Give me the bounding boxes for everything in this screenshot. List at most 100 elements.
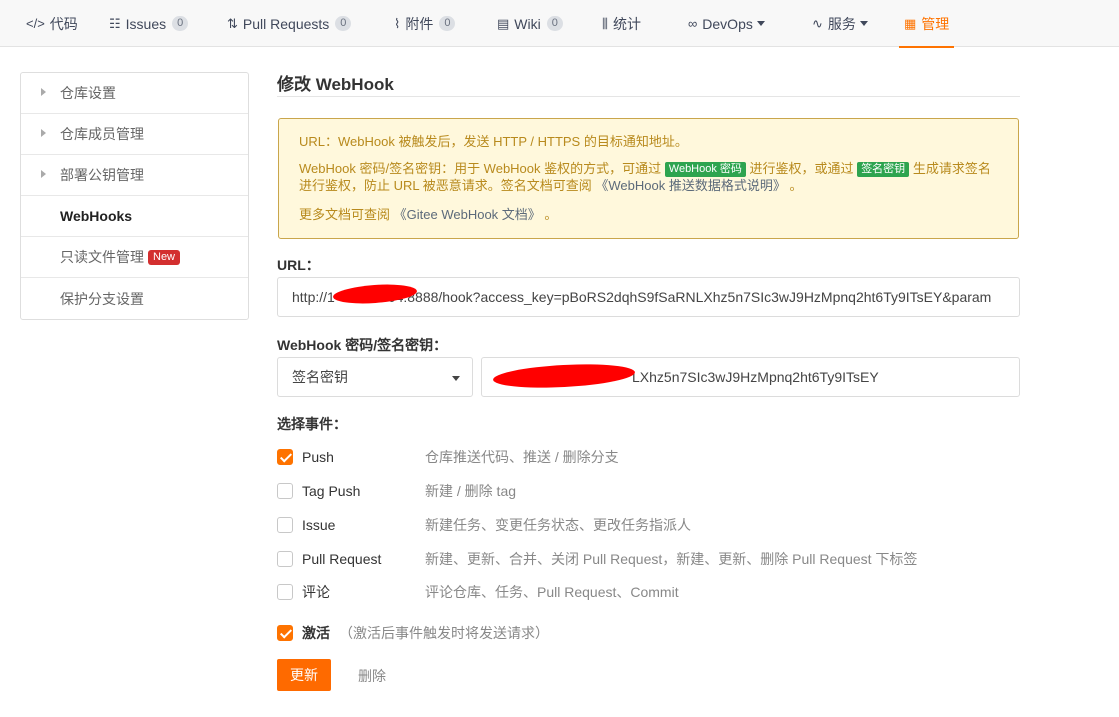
push-checkbox[interactable] — [277, 449, 293, 465]
tab-issues-label: Issues — [125, 15, 167, 32]
url-suffix: 04:8888/hook?access_key=pBoRS2dqhS9fSaRN… — [387, 289, 992, 305]
event-desc: 新建、更新、合并、关闭 Pull Request，新建、更新、删除 Pull R… — [425, 551, 918, 567]
sidebar-item-readonly-files[interactable]: 只读文件管理 New — [21, 237, 248, 278]
tab-statistics[interactable]: ⫼ 统计 — [602, 0, 641, 47]
caret-right-icon — [41, 170, 46, 178]
issue-icon: ☷ — [109, 15, 121, 31]
pull-request-icon: ⇅ — [227, 15, 238, 31]
top-nav: </> 代码 ☷ Issues 0 ⇅ Pull Requests 0 ⌇ 附件… — [0, 0, 1119, 48]
update-button[interactable]: 更新 — [277, 659, 331, 691]
notice-url-line: URL：WebHook 被触发后，发送 HTTP / HTTPS 的目标通知地址… — [299, 134, 688, 149]
tab-pull-requests[interactable]: ⇅ Pull Requests 0 — [227, 0, 352, 47]
event-push[interactable]: Push 仓库推送代码、推送 / 删除分支 — [277, 447, 1037, 467]
wiki-icon: ▤ — [497, 15, 510, 31]
tab-manage-label: 管理 — [921, 15, 950, 32]
event-name: Tag Push — [302, 483, 361, 499]
gitee-webhook-doc-link[interactable]: 《Gitee WebHook 文档》 — [394, 207, 541, 222]
sidebar-item-label: 部署公钥管理 — [60, 167, 144, 183]
notice-text: 。 — [544, 207, 558, 222]
activate-label: 激活 — [302, 625, 330, 641]
tab-wiki[interactable]: ▤ Wiki 0 — [497, 0, 563, 47]
delete-button[interactable]: 删除 — [358, 666, 386, 686]
attachment-icon: ⌇ — [394, 15, 401, 31]
issues-count-badge: 0 — [172, 16, 189, 31]
attachments-count-badge: 0 — [439, 16, 456, 31]
chevron-down-icon — [756, 21, 765, 26]
tab-attachments[interactable]: ⌇ 附件 0 — [394, 0, 456, 47]
code-icon: </> — [26, 16, 45, 31]
event-pull-request[interactable]: Pull Request 新建、更新、合并、关闭 Pull Request，新建… — [277, 549, 1037, 569]
event-name: Issue — [302, 517, 336, 533]
event-name: Pull Request — [302, 551, 382, 567]
sidebar-item-label: 保护分支设置 — [60, 290, 144, 307]
notice-text: 。 — [789, 178, 803, 193]
tab-manage[interactable]: ▦ 管理 — [898, 0, 955, 48]
tab-services-label: 服务 — [827, 15, 856, 32]
tab-attachments-label: 附件 — [405, 15, 434, 32]
sidebar-item-deploy-keys[interactable]: 部署公钥管理 — [21, 155, 248, 196]
infinity-icon: ∞ — [688, 16, 698, 31]
event-desc: 新建任务、变更任务状态、更改任务指派人 — [425, 517, 691, 533]
pulse-icon: ∿ — [812, 15, 823, 31]
events-label: 选择事件： — [277, 416, 347, 432]
tab-issues[interactable]: ☷ Issues 0 — [109, 0, 189, 47]
sidebar-item-protected-branches[interactable]: 保护分支设置 — [21, 278, 248, 319]
event-name: 评论 — [302, 584, 330, 600]
activate-hint: （激活后事件触发时将发送请求） — [339, 625, 549, 641]
event-tag-push[interactable]: Tag Push 新建 / 删除 tag — [277, 481, 1037, 501]
webhook-format-doc-link[interactable]: 《WebHook 推送数据格式说明》 — [595, 178, 785, 193]
chevron-down-icon — [859, 21, 868, 26]
tab-code[interactable]: </> 代码 — [26, 0, 78, 47]
notice-docs-line: 更多文档可查阅 《Gitee WebHook 文档》 。 — [299, 206, 998, 223]
secret-type-value: 签名密钥 — [292, 369, 348, 385]
caret-right-icon — [41, 88, 46, 96]
url-label: URL： — [277, 257, 320, 273]
wiki-count-badge: 0 — [546, 16, 563, 31]
tag-push-checkbox[interactable] — [277, 483, 293, 499]
sign-key-badge: 签名密钥 — [857, 162, 910, 177]
sidebar-item-label: 仓库成员管理 — [60, 126, 144, 142]
chevron-down-icon — [452, 376, 460, 381]
tab-pull-requests-label: Pull Requests — [242, 15, 330, 32]
activate-checkbox[interactable] — [277, 625, 293, 641]
event-comment[interactable]: 评论 评论仓库、任务、Pull Request、Commit — [277, 582, 1037, 602]
sidebar-item-label: 仓库设置 — [60, 85, 116, 101]
page-title: 修改 WebHook — [277, 70, 1020, 97]
tab-devops-label: DevOps — [702, 15, 753, 32]
tab-devops[interactable]: ∞ DevOps — [688, 0, 765, 47]
notice-secret-line: WebHook 密码/签名密钥：用于 WebHook 鉴权的方式，可通过 Web… — [299, 160, 998, 194]
sidebar-item-label: 只读文件管理 — [60, 249, 144, 265]
activate-toggle[interactable]: 激活 （激活后事件触发时将发送请求） — [277, 623, 1037, 643]
notice-text: 更多文档可查阅 — [299, 207, 391, 222]
pull-request-checkbox[interactable] — [277, 551, 293, 567]
chart-icon: ⫼ — [602, 15, 608, 31]
issue-checkbox[interactable] — [277, 517, 293, 533]
manage-icon: ▦ — [904, 15, 917, 31]
tab-statistics-label: 统计 — [612, 15, 641, 32]
new-badge: New — [148, 249, 181, 265]
sidebar-item-repo-settings[interactable]: 仓库设置 — [21, 73, 248, 114]
webhook-password-badge: WebHook 密码 — [664, 162, 746, 177]
sidebar-item-label: WebHooks — [60, 208, 133, 224]
secret-type-select[interactable]: 签名密钥 — [277, 357, 473, 397]
info-notice: URL：WebHook 被触发后，发送 HTTP / HTTPS 的目标通知地址… — [278, 118, 1019, 239]
event-desc: 仓库推送代码、推送 / 删除分支 — [425, 449, 619, 465]
settings-sidebar: 仓库设置 仓库成员管理 部署公钥管理 WebHooks 只读文件管理 New 保… — [20, 72, 249, 320]
event-desc: 新建 / 删除 tag — [425, 483, 517, 499]
tab-services[interactable]: ∿ 服务 — [812, 0, 868, 47]
pull-requests-count-badge: 0 — [335, 16, 352, 31]
url-prefix: http://1 — [292, 289, 335, 305]
event-name: Push — [302, 449, 334, 465]
event-desc: 评论仓库、任务、Pull Request、Commit — [425, 584, 679, 600]
event-issue[interactable]: Issue 新建任务、变更任务状态、更改任务指派人 — [277, 515, 1037, 535]
secret-label: WebHook 密码/签名密钥： — [277, 337, 448, 353]
caret-right-icon — [41, 129, 46, 137]
notice-text: WebHook 密码/签名密钥：用于 WebHook 鉴权的方式，可通过 — [299, 161, 662, 176]
sidebar-item-webhooks[interactable]: WebHooks — [21, 196, 248, 237]
comment-checkbox[interactable] — [277, 584, 293, 600]
tab-code-label: 代码 — [49, 15, 78, 32]
tab-wiki-label: Wiki — [514, 15, 541, 32]
secret-value: LXhz5n7SIc3wJ9HzMpnq2ht6Ty9ITsEY — [632, 369, 879, 385]
sidebar-item-members[interactable]: 仓库成员管理 — [21, 114, 248, 155]
notice-text: 进行鉴权，或通过 — [749, 161, 854, 176]
